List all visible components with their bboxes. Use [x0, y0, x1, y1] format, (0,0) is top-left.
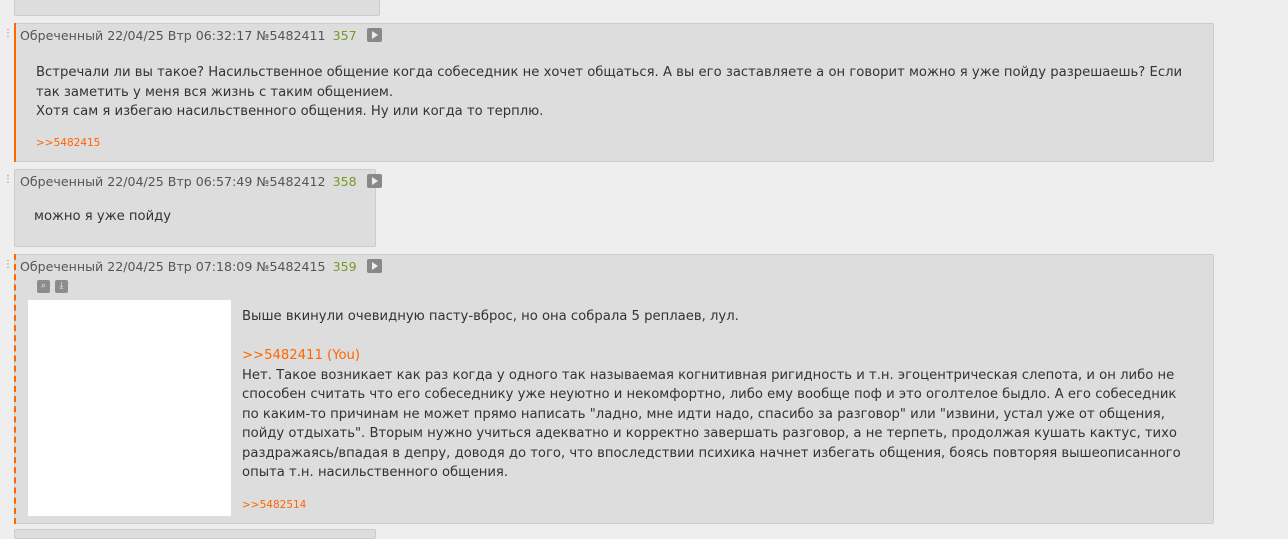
quote-link[interactable]: >>5482411	[242, 348, 323, 363]
post-index: 357	[332, 28, 357, 43]
post-dots: ⋮	[3, 174, 13, 185]
next-post-edge	[14, 529, 376, 539]
post-5482415: Обреченный 22/04/25 Втр 07:18:09 №548241…	[14, 254, 1214, 524]
post-line: можно я уже пойду	[34, 209, 172, 224]
post-line: раздражаясь/впадая в депру, доводя до то…	[242, 445, 1181, 461]
you-tag: (You)	[327, 348, 361, 363]
post-id-link[interactable]: №5482415	[256, 259, 325, 274]
post-line: так заметить у меня вся жизнь с таким об…	[36, 84, 394, 100]
post-id-link[interactable]: №5482411	[256, 28, 325, 43]
post-index: 358	[332, 174, 357, 189]
post-line: Встречали ли вы такое? Насильственное об…	[36, 65, 1183, 80]
post-id-link[interactable]: №5482412	[256, 174, 325, 189]
post-date: 22/04/25 Втр 06:32:17	[107, 28, 253, 43]
post-message: можно я уже пойду	[34, 207, 171, 227]
post-date: 22/04/25 Втр 06:57:49	[107, 174, 253, 189]
post-header: Обреченный 22/04/25 Втр 07:18:09 №548241…	[20, 259, 382, 275]
post-header: Обреченный 22/04/25 Втр 06:32:17 №548241…	[20, 28, 382, 44]
play-icon[interactable]	[366, 259, 382, 273]
post-message: Встречали ли вы такое? Насильственное об…	[36, 63, 1206, 122]
play-icon[interactable]	[366, 28, 382, 42]
post-highlight-bar	[14, 254, 16, 524]
quote-line: >>5482411 (You)	[242, 346, 1202, 366]
post-header: Обреченный 22/04/25 Втр 06:57:49 №548241…	[20, 174, 382, 190]
post-line: пойду отдыхать". Вторым нужно учиться ад…	[242, 426, 1177, 441]
post-author: Обреченный	[20, 259, 104, 274]
post-dots: ⋮	[3, 259, 13, 270]
post-line: Хотя сам я избегаю насильственного общен…	[36, 104, 544, 119]
post-date: 22/04/25 Втр 07:18:09	[107, 259, 253, 274]
post-message: Выше вкинули очевидную пасту-вброс, но о…	[242, 307, 1202, 483]
post-dots: ⋮	[3, 28, 13, 39]
download-icon[interactable]: ⤓	[55, 280, 68, 293]
post-5482412: Обреченный 22/04/25 Втр 06:57:49 №548241…	[14, 169, 382, 247]
post-line: Выше вкинули очевидную пасту-вброс, но о…	[242, 309, 739, 324]
post-line: опыта т.н. насильственного общения.	[242, 465, 509, 480]
post-5482411: Обреченный 22/04/25 Втр 06:32:17 №548241…	[14, 23, 1214, 162]
post-author: Обреченный	[20, 28, 104, 43]
search-icon[interactable]: ⌕	[37, 280, 50, 293]
post-line: Нет. Такое возникает как раз когда у одн…	[242, 367, 1175, 383]
attachment-thumbnail[interactable]	[28, 300, 231, 516]
previous-post-edge	[14, 0, 380, 16]
post-index: 359	[332, 259, 357, 274]
backlink[interactable]: >>5482514	[242, 499, 306, 511]
post-highlight-bar	[14, 23, 16, 162]
post-line: по каким-то причинам не может прямо напи…	[242, 406, 1165, 422]
post-line: способен считать что его собеседнику уже…	[242, 387, 1177, 402]
play-icon[interactable]	[366, 174, 382, 188]
backlink[interactable]: >>5482415	[36, 137, 100, 149]
post-author: Обреченный	[20, 174, 104, 189]
